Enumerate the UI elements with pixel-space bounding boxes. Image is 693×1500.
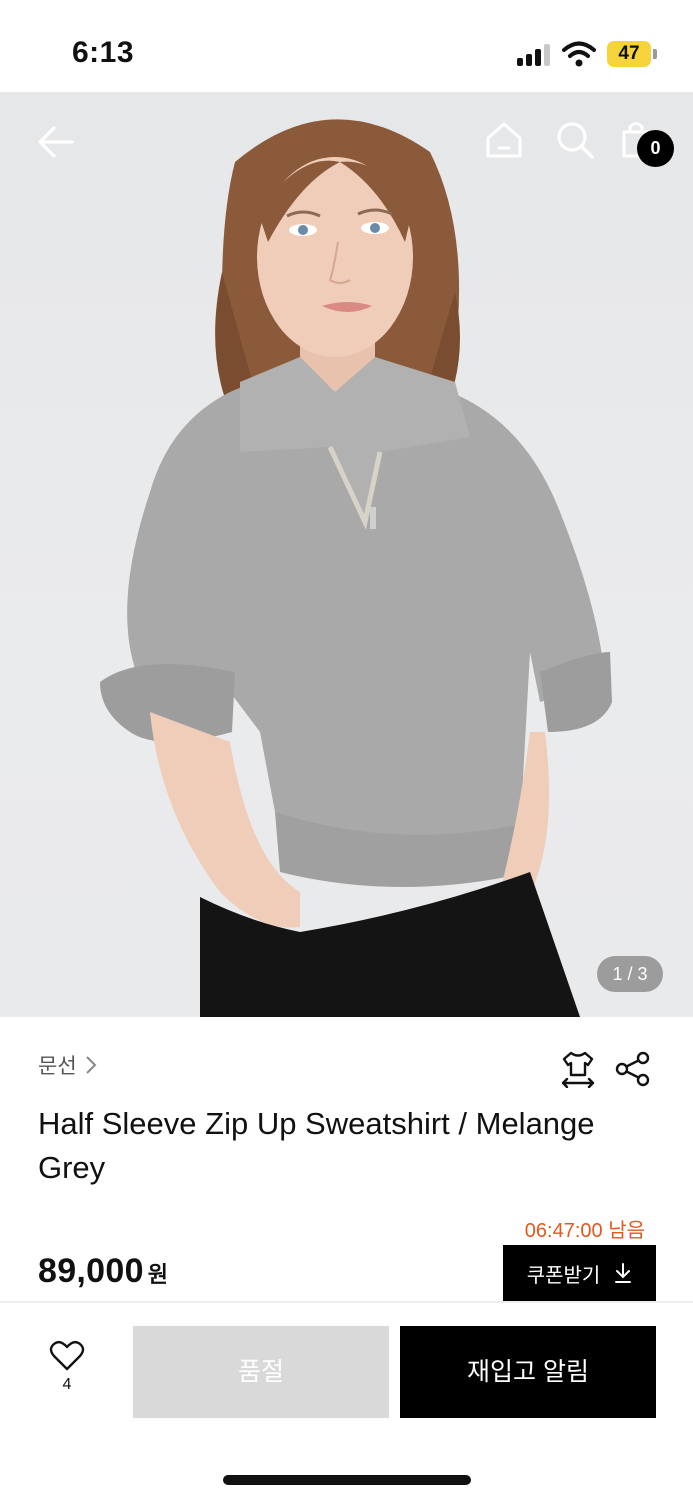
- brand-name: 문선: [38, 1055, 77, 1078]
- product-photo: [100, 119, 612, 1017]
- restock-alert-button[interactable]: 재입고 알림: [400, 1326, 656, 1418]
- brand-link[interactable]: 문선: [38, 1050, 97, 1080]
- battery-level: 47: [618, 43, 640, 64]
- wishlist-button[interactable]: 4: [40, 1340, 94, 1410]
- wifi-icon: [562, 41, 596, 67]
- chevron-right-icon: [85, 1056, 97, 1074]
- product-title: Half Sleeve Zip Up Sweatshirt / Melange …: [38, 1106, 595, 1185]
- cart-count-badge[interactable]: 0: [637, 130, 674, 167]
- price-currency: 원: [147, 1262, 169, 1287]
- coupon-button-label: 쿠폰받기: [526, 1264, 601, 1287]
- search-icon[interactable]: [555, 120, 595, 160]
- product-image-gallery[interactable]: 1 / 3: [0, 92, 693, 1017]
- download-icon: [615, 1263, 632, 1283]
- share-icon[interactable]: [614, 1050, 652, 1088]
- cellular-signal-icon: [517, 44, 553, 66]
- home-indicator[interactable]: [223, 1475, 471, 1485]
- wishlist-count: 4: [62, 1376, 72, 1393]
- status-time: 6:13: [72, 36, 135, 69]
- home-icon[interactable]: [484, 120, 524, 160]
- coupon-countdown: 06:47:00 남음: [524, 1220, 645, 1242]
- sold-out-button[interactable]: 품절: [133, 1326, 389, 1418]
- coupon-download-button[interactable]: 쿠폰받기: [503, 1245, 656, 1301]
- battery-icon: 47: [607, 41, 657, 67]
- gallery-page-indicator: 1 / 3: [597, 956, 663, 992]
- price-value: 89,000: [38, 1252, 144, 1290]
- heart-icon: [49, 1340, 85, 1371]
- status-bar: 6:13 47: [0, 0, 693, 92]
- size-guide-icon[interactable]: [560, 1050, 596, 1088]
- price: 89,000 원: [38, 1252, 168, 1291]
- back-arrow-icon[interactable]: [36, 122, 76, 162]
- bottom-bar-divider: [0, 1301, 693, 1303]
